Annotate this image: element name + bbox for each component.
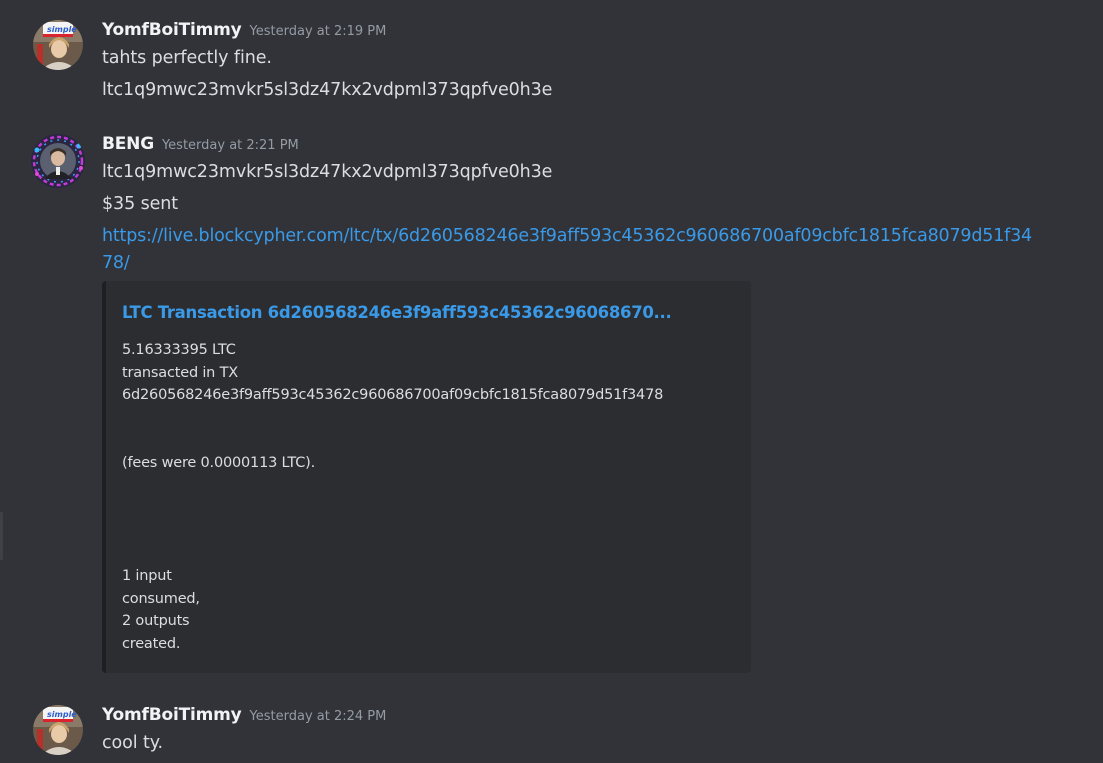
embed-line: 5.16333395 LTC (122, 342, 236, 358)
embed-line (122, 475, 663, 498)
user-avatar-icon[interactable]: simple (33, 705, 83, 755)
embed-line: created. (122, 635, 181, 652)
embed-line: consumed, (122, 590, 200, 607)
message-header: YomfBoiTimmy Yesterday at 2:24 PM (102, 705, 386, 727)
timestamp[interactable]: Yesterday at 2:21 PM (162, 138, 299, 153)
embed-title-link[interactable]: LTC Transaction 6d260568246e3f9aff593c45… (122, 303, 672, 322)
timestamp[interactable]: Yesterday at 2:19 PM (250, 24, 387, 39)
embed-line: transacted in TX (122, 364, 238, 381)
embed-line: 6d260568246e3f9aff593c45362c960686700af0… (122, 387, 664, 404)
embed-line: 2 outputs (122, 613, 190, 630)
message-text: ltc1q9mwc23mvkr5sl3dz47kx2vdpml373qpfve0… (102, 80, 553, 100)
username[interactable]: BENG (102, 134, 154, 154)
svg-text:simple: simple (47, 25, 77, 34)
message-header: BENG Yesterday at 2:21 PM (102, 134, 299, 156)
username[interactable]: YomfBoiTimmy (102, 20, 242, 40)
embed-line: 1 input (122, 567, 172, 584)
message-text: $35 sent (102, 194, 179, 214)
embed-line (122, 542, 663, 565)
embed-line (122, 497, 663, 520)
svg-text:simple: simple (47, 710, 77, 719)
embed-line (122, 407, 663, 430)
scrollbar-handle[interactable] (0, 512, 3, 560)
embed-line (122, 429, 663, 452)
user-avatar-icon[interactable] (31, 134, 85, 188)
embed-line (122, 520, 663, 543)
embed-line: (fees were 0.0000113 LTC). (122, 454, 316, 471)
clipped-message-text (190, 755, 480, 763)
message-text: cool ty. (102, 733, 163, 753)
message-header: YomfBoiTimmy Yesterday at 2:19 PM (102, 20, 386, 42)
user-avatar-icon[interactable]: simple (33, 20, 83, 70)
link-embed: LTC Transaction 6d260568246e3f9aff593c45… (102, 281, 751, 673)
embed-description: 5.16333395 LTC transacted in TX 6d260568… (122, 339, 663, 655)
username[interactable]: YomfBoiTimmy (102, 705, 242, 725)
message-link[interactable]: https://live.blockcypher.com/ltc/tx/6d26… (102, 223, 1037, 277)
message-text: ltc1q9mwc23mvkr5sl3dz47kx2vdpml373qpfve0… (102, 162, 553, 182)
message-text: tahts perfectly fine. (102, 48, 272, 68)
timestamp[interactable]: Yesterday at 2:24 PM (250, 709, 387, 724)
chat-messages-pane: simple YomfBoiTimmy Yesterday at 2:19 PM … (0, 0, 1103, 763)
